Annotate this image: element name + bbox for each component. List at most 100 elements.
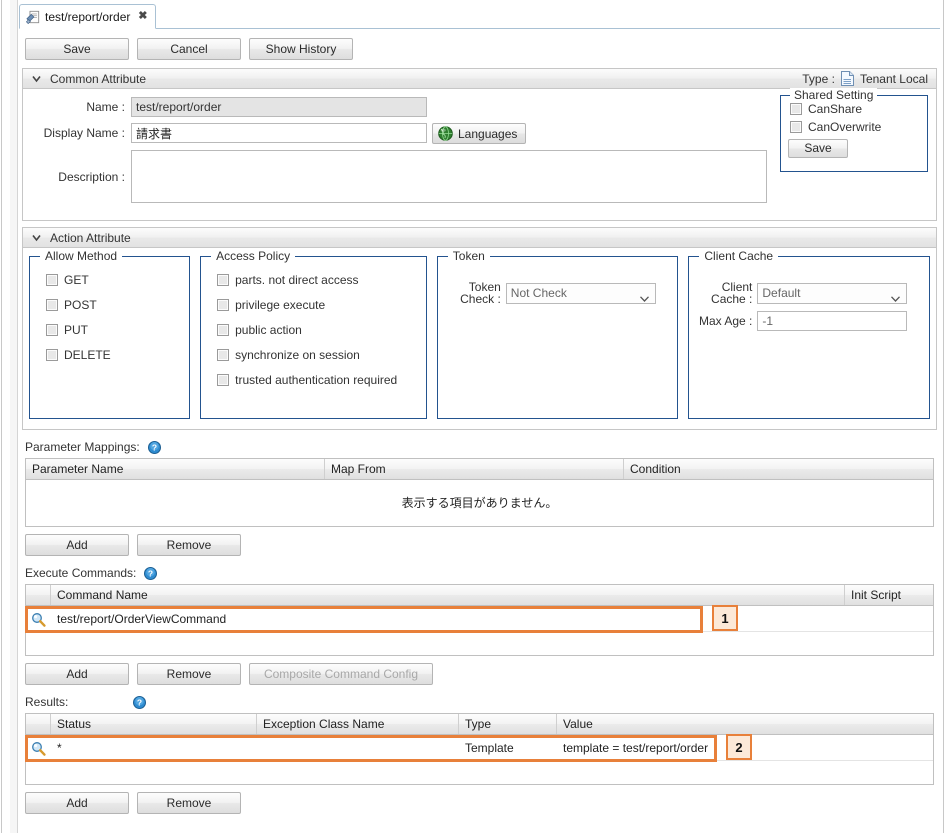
column-condition[interactable]: Condition [624, 459, 933, 479]
put-checkbox[interactable] [46, 324, 58, 336]
allow-method-legend: Allow Method [40, 249, 123, 263]
canshare-row[interactable]: CanShare [790, 102, 920, 116]
tab-test-report-order[interactable]: test/report/order ✖ [19, 4, 157, 29]
description-field[interactable] [131, 150, 767, 203]
type-value: Tenant Local [859, 71, 928, 86]
allow-method-get[interactable]: GET [46, 273, 181, 287]
parts-not-direct-access-label: parts. not direct access [235, 273, 359, 287]
results-add-button[interactable]: Add [25, 792, 129, 814]
execute-commands-remove-button[interactable]: Remove [137, 663, 241, 685]
access-policy-synchronize-on-session[interactable]: synchronize on session [217, 348, 418, 362]
public-action-checkbox[interactable] [217, 324, 230, 336]
help-icon[interactable]: ? [147, 440, 161, 454]
help-icon[interactable]: ? [133, 695, 146, 709]
execute-commands-label: Execute Commands: [25, 566, 137, 580]
empty-message: 表示する項目がありません。 [401, 496, 558, 510]
client-cache-row: Client Cache : Default [697, 281, 921, 305]
cell-status: * [57, 740, 62, 755]
access-policy-legend: Access Policy [211, 249, 296, 263]
search-icon[interactable] [26, 735, 51, 761]
column-map-from[interactable]: Map From [325, 459, 624, 479]
name-field[interactable] [131, 97, 427, 117]
column-parameter-name[interactable]: Parameter Name [26, 459, 325, 479]
access-policy-parts-not-direct-access[interactable]: parts. not direct access [217, 273, 418, 287]
column-init-script[interactable]: Init Script [845, 585, 933, 605]
type-label: Type : [802, 71, 835, 86]
vertical-scrollbar[interactable] [10, 0, 18, 833]
allow-method-post[interactable]: POST [46, 298, 181, 312]
parameter-mappings-buttons: Add Remove [25, 534, 934, 556]
display-name-field[interactable] [131, 123, 427, 143]
parts-not-direct-access-checkbox[interactable] [217, 274, 230, 286]
execute-commands-label-row: Execute Commands: ? [25, 566, 934, 580]
privilege-execute-checkbox[interactable] [217, 299, 230, 311]
access-policy-trusted-authentication-required[interactable]: trusted authentication required [217, 373, 418, 387]
close-icon[interactable]: ✖ [137, 11, 148, 22]
privilege-execute-label: privilege execute [235, 298, 326, 312]
column-status[interactable]: Status [51, 714, 257, 734]
table-row[interactable]: * Template template = test/report/order [26, 735, 933, 761]
token-check-select[interactable]: Not Check [505, 282, 656, 304]
token-check-value: Not Check [510, 286, 567, 300]
delete-checkbox[interactable] [46, 349, 58, 361]
get-checkbox[interactable] [46, 274, 58, 286]
synchronize-on-session-checkbox[interactable] [217, 349, 230, 361]
allow-method-put[interactable]: PUT [46, 323, 181, 337]
results-body: * Template template = test/report/order [26, 735, 933, 784]
column-value[interactable]: Value [557, 714, 933, 734]
client-cache-group: Client Cache Client Cache : Default Max … [688, 249, 930, 419]
grid-filler [26, 761, 933, 784]
client-cache-select[interactable]: Default [757, 282, 908, 305]
shared-setting-save-button[interactable]: Save [788, 139, 848, 158]
chevron-down-icon [891, 291, 901, 305]
annotation-marker-2: 2 [726, 734, 752, 760]
cancel-button[interactable]: Cancel [137, 38, 241, 60]
action-attribute-body: Allow Method GET POST PUT DELETE Access … [22, 248, 937, 430]
languages-button[interactable]: Languages [432, 123, 527, 144]
parameter-mappings-remove-button[interactable]: Remove [137, 534, 241, 556]
max-age-label: Max Age : [699, 314, 753, 328]
canoverwrite-checkbox[interactable] [790, 121, 802, 133]
column-command-name[interactable]: Command Name [51, 585, 845, 605]
max-age-field[interactable] [757, 311, 908, 331]
column-exception-class-name[interactable]: Exception Class Name [257, 714, 459, 734]
common-attribute-header[interactable]: Common Attribute Type : Tenant Local [22, 68, 937, 89]
execute-commands-add-button[interactable]: Add [25, 663, 129, 685]
globe-icon [438, 126, 453, 141]
show-history-button[interactable]: Show History [249, 38, 353, 60]
cell-exception-class-name [257, 735, 459, 761]
canoverwrite-row[interactable]: CanOverwrite [790, 120, 920, 134]
trusted-authentication-required-checkbox[interactable] [217, 374, 230, 386]
access-policy-privilege-execute[interactable]: privilege execute [217, 298, 418, 312]
save-button[interactable]: Save [25, 38, 129, 60]
svg-text:?: ? [137, 697, 142, 707]
canshare-checkbox[interactable] [790, 103, 802, 115]
allow-method-delete[interactable]: DELETE [46, 348, 181, 362]
column-icon [26, 585, 51, 605]
cell-type: Template [465, 740, 514, 755]
annotation-marker-1: 1 [712, 605, 738, 631]
action-attribute-header[interactable]: Action Attribute [22, 227, 937, 248]
app-root: test/report/order ✖ Save Cancel Show His… [0, 0, 944, 833]
type-indicator: Type : Tenant Local [802, 71, 928, 86]
execute-commands-header: Command Name Init Script [26, 585, 933, 606]
post-checkbox[interactable] [46, 299, 58, 311]
search-icon[interactable] [26, 606, 51, 632]
client-cache-label: Client Cache : [711, 280, 753, 306]
max-age-row: Max Age : [697, 311, 921, 331]
results-label-row: Results: ? [25, 695, 934, 709]
action-attribute-section: Action Attribute Allow Method GET POST P… [22, 227, 937, 430]
common-attribute-section: Common Attribute Type : Tenant Local Nam… [22, 68, 937, 221]
access-policy-public-action[interactable]: public action [217, 323, 418, 337]
table-row[interactable]: test/report/OrderViewCommand [26, 606, 933, 632]
composite-command-config-button[interactable]: Composite Command Config [249, 663, 433, 685]
results-remove-button[interactable]: Remove [137, 792, 241, 814]
chevron-down-icon [31, 232, 42, 243]
parameter-mappings-grid: Parameter Name Map From Condition 表示する項目… [25, 458, 934, 527]
column-type[interactable]: Type [459, 714, 557, 734]
execute-commands-body: test/report/OrderViewCommand [26, 606, 933, 655]
grid-filler [26, 632, 933, 655]
parameter-mappings-add-button[interactable]: Add [25, 534, 129, 556]
window-frame: test/report/order ✖ Save Cancel Show His… [1, 0, 944, 833]
help-icon[interactable]: ? [144, 566, 158, 580]
